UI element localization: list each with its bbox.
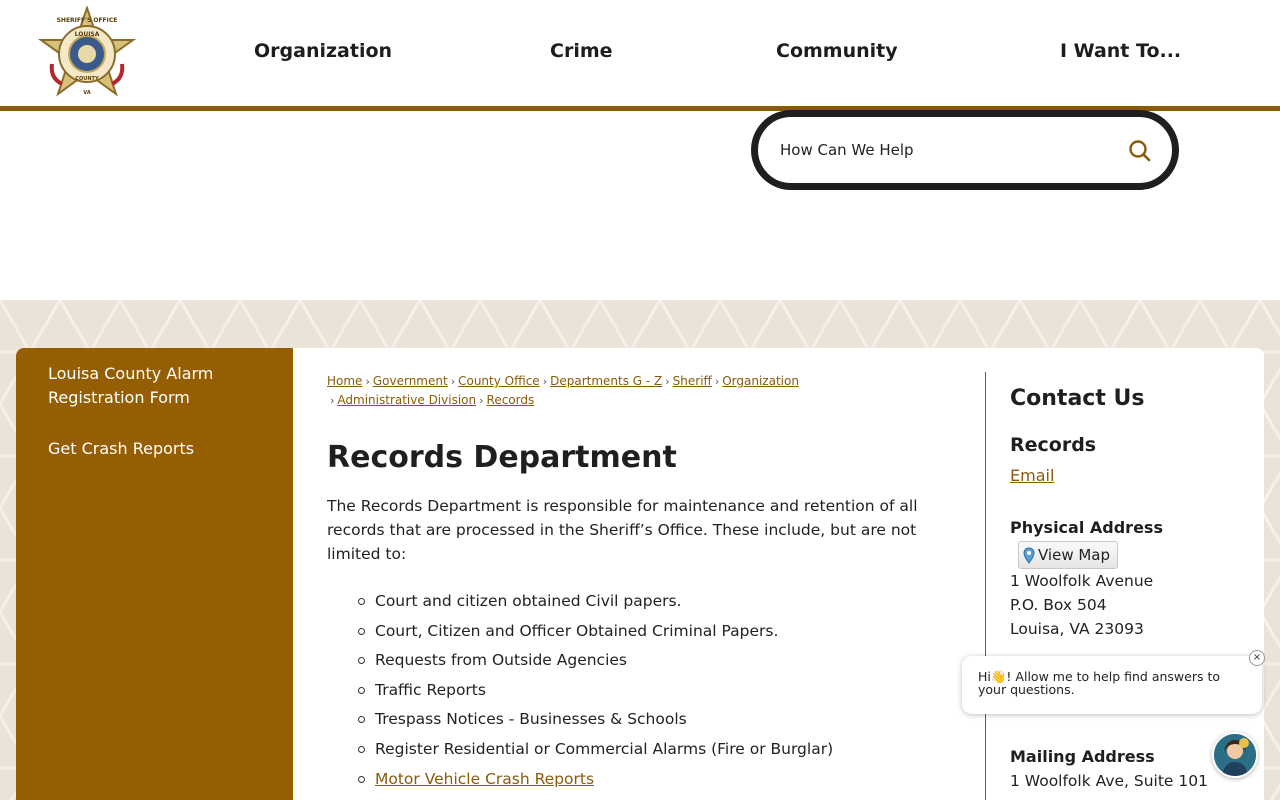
mailing-address-line: 1 Woolfolk Ave, Suite 101 (1010, 772, 1208, 790)
view-map-button[interactable]: View Map (1018, 541, 1119, 569)
list-item: Requests from Outside Agencies (327, 647, 947, 677)
content-card: Louisa County Alarm Registration Form Ge… (16, 348, 1264, 800)
contact-title: Contact Us (1010, 386, 1145, 411)
breadcrumb-records[interactable]: Records (487, 393, 535, 407)
breadcrumb-sheriff[interactable]: Sheriff (673, 374, 712, 388)
breadcrumb-county-office[interactable]: County Office (458, 374, 540, 388)
list-item: Traffic Reports (327, 677, 947, 707)
search-box (751, 110, 1179, 190)
page-title: Records Department (327, 440, 677, 475)
breadcrumb: Home › Government › County Office › Department… (327, 372, 847, 410)
breadcrumb-departments[interactable]: Departments G - Z (550, 374, 662, 388)
breadcrumb-separator-icon: › (450, 375, 456, 388)
search-input[interactable] (780, 138, 1110, 162)
list-item: Register Residential or Commercial Alarm… (327, 736, 947, 766)
chat-bubble[interactable]: Hi👋! Allow me to help find answers to yo… (962, 656, 1262, 714)
physical-address-line: P.O. Box 504 (1010, 596, 1107, 614)
physical-address-label: Physical Address (1010, 518, 1163, 537)
map-pin-icon (1023, 546, 1035, 564)
logo-text-state: VA (83, 90, 91, 96)
contact-department: Records (1010, 434, 1097, 456)
logo-text-county: LOUISA (75, 31, 100, 38)
sidebar: Louisa County Alarm Registration Form Ge… (16, 348, 293, 800)
breadcrumb-administrative-division[interactable]: Administrative Division (337, 393, 476, 407)
nav-crime[interactable]: Crime (550, 40, 613, 62)
logo-text-bottom: COUNTY (75, 76, 99, 82)
logo-text-top: SHERIFF'S OFFICE (57, 17, 118, 24)
sidebar-item-crash-reports[interactable]: Get Crash Reports (48, 437, 268, 461)
physical-address-line: 1 Woolfolk Avenue (1010, 572, 1154, 590)
breadcrumb-separator-icon: › (665, 375, 670, 388)
breadcrumb-separator-icon: › (330, 394, 335, 407)
breadcrumb-separator-icon: › (479, 394, 484, 407)
view-map-label: View Map (1038, 546, 1111, 564)
chat-message: Hi👋! Allow me to help find answers to yo… (978, 669, 1221, 697)
crash-reports-link[interactable]: Motor Vehicle Crash Reports (375, 770, 594, 788)
breadcrumb-separator-icon: › (365, 375, 370, 388)
mailing-address-label: Mailing Address (1010, 747, 1155, 766)
nav-i-want-to[interactable]: I Want To... (1060, 40, 1181, 62)
list-item: Trespass Notices - Businesses & Schools (327, 706, 947, 736)
list-item-link-container: Motor Vehicle Crash Reports (327, 766, 947, 796)
breadcrumb-government[interactable]: Government (373, 374, 448, 388)
breadcrumb-separator-icon: › (542, 375, 548, 388)
breadcrumb-separator-icon: › (714, 375, 720, 388)
email-link[interactable]: Email (1010, 466, 1054, 485)
records-list: Court and citizen obtained Civil papers.… (327, 588, 947, 795)
sidebar-item-alarm-registration[interactable]: Louisa County Alarm Registration Form (48, 362, 268, 410)
breadcrumb-organization[interactable]: Organization (722, 374, 799, 388)
nav-organization[interactable]: Organization (254, 40, 392, 62)
column-divider (985, 372, 986, 800)
list-item: Court, Citizen and Officer Obtained Crim… (327, 618, 947, 648)
sheriff-badge-logo[interactable]: SHERIFF'S OFFICE LOUISA COUNTY VA (37, 4, 137, 100)
chat-avatar-icon[interactable] (1212, 732, 1258, 778)
list-item: Court and citizen obtained Civil papers. (327, 588, 947, 618)
physical-address-line: Louisa, VA 23093 (1010, 620, 1144, 638)
site-header: SHERIFF'S OFFICE LOUISA COUNTY VA Organi… (0, 0, 1280, 106)
intro-paragraph: The Records Department is responsible fo… (327, 497, 918, 563)
chat-close-icon[interactable]: × (1249, 650, 1265, 666)
search-icon[interactable] (1128, 139, 1152, 163)
nav-community[interactable]: Community (776, 40, 898, 62)
breadcrumb-home[interactable]: Home (327, 374, 362, 388)
